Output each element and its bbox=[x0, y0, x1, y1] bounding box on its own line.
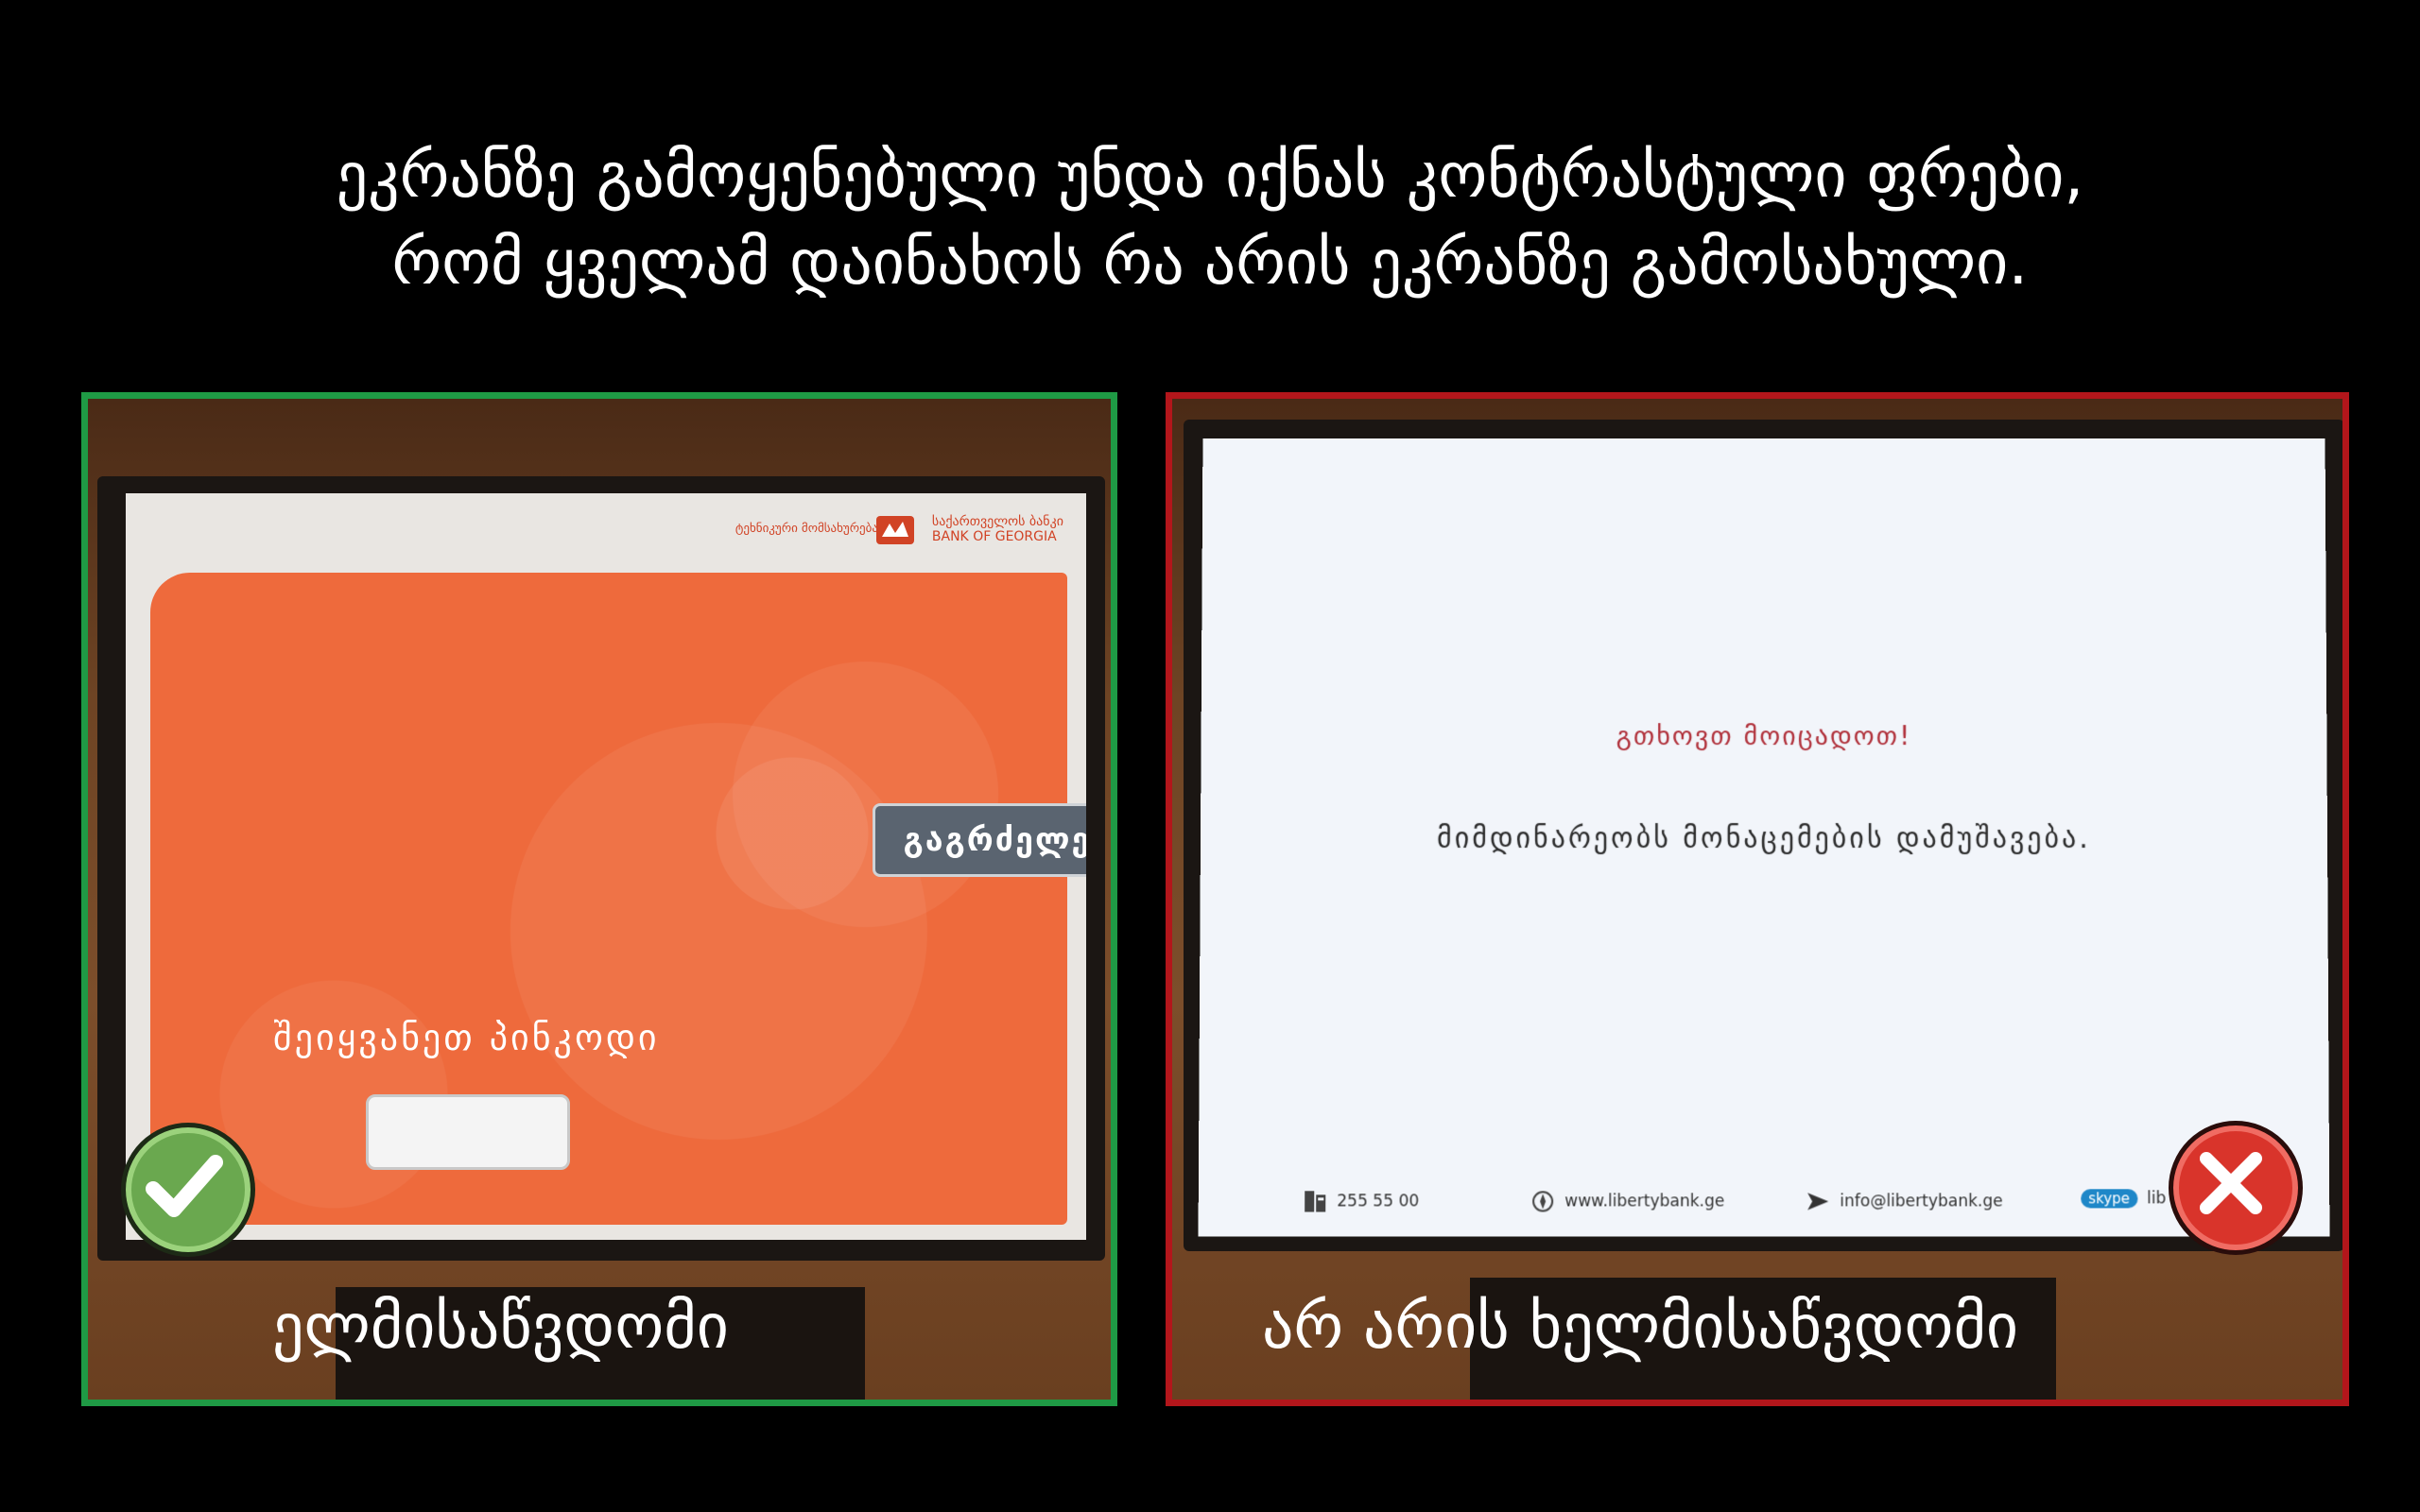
wait-message-title: გთხოვთ მოიცადოთ! bbox=[1201, 720, 2327, 751]
pin-input-field[interactable] bbox=[366, 1094, 570, 1170]
close-x-icon bbox=[2169, 1121, 2303, 1255]
website-contact: www.libertybank.ge bbox=[1530, 1189, 1724, 1213]
bank-name: საქართველოს ბანკი BANK OF GEORGIA bbox=[932, 514, 1063, 544]
skype-handle: lib bbox=[2147, 1189, 2166, 1208]
phone-number: 255 55 00 bbox=[1337, 1192, 1419, 1211]
accessible-caption: ელმისაწვდომი bbox=[272, 1290, 729, 1363]
email-contact: info@libertybank.ge bbox=[1806, 1189, 2003, 1213]
send-icon bbox=[1806, 1189, 1830, 1213]
bank-logo-icon bbox=[874, 510, 916, 548]
atm-screen-bog: ტეხნიკური მომსახურება საქართველოს ბანკი … bbox=[126, 493, 1086, 1240]
accessible-example-panel: ტეხნიკური მომსახურება საქართველოს ბანკი … bbox=[81, 392, 1117, 1406]
bank-name-ka: საქართველოს ბანკი bbox=[932, 514, 1063, 529]
pin-label: შეიყვანეთ პინკოდი bbox=[273, 1017, 660, 1058]
contact-footer: 255 55 00 www.libertybank.ge info@libert… bbox=[1199, 1160, 2330, 1237]
bank-tagline: ტეხნიკური მომსახურება bbox=[735, 522, 878, 536]
compass-icon bbox=[1530, 1189, 1555, 1213]
bank-name-en: BANK OF GEORGIA bbox=[932, 529, 1063, 544]
inaccessible-caption: არ არის ხელმისაწვდომი bbox=[1262, 1290, 2018, 1363]
heading-line-2: რომ ყველამ დაინახოს რა არის ეკრანზე გამო… bbox=[0, 219, 2420, 306]
page-heading: ეკრანზე გამოყენებული უნდა იქნას კონტრასტ… bbox=[0, 132, 2420, 306]
website-link: www.libertybank.ge bbox=[1564, 1192, 1724, 1211]
phone-icon bbox=[1303, 1189, 1327, 1213]
email-address: info@libertybank.ge bbox=[1840, 1192, 2002, 1211]
continue-button[interactable]: გაგრძელება bbox=[873, 803, 1086, 877]
skype-contact: skype lib bbox=[2081, 1189, 2166, 1208]
inaccessible-example-panel: გთხოვთ მოიცადოთ! მიმდინარეობს მონაცემები… bbox=[1166, 392, 2349, 1406]
skype-icon: skype bbox=[2081, 1189, 2137, 1208]
heading-line-1: ეკრანზე გამოყენებული უნდა იქნას კონტრასტ… bbox=[0, 132, 2420, 219]
processing-message: მიმდინარეობს მონაცემების დამუშავება. bbox=[1201, 822, 2327, 855]
atm-screen-liberty: გთხოვთ მოიცადოთ! მიმდინარეობს მონაცემები… bbox=[1199, 438, 2330, 1237]
pin-entry-area: შეიყვანეთ პინკოდი bbox=[150, 573, 1067, 1225]
checkmark-icon bbox=[121, 1123, 255, 1257]
phone-contact: 255 55 00 bbox=[1303, 1189, 1419, 1213]
